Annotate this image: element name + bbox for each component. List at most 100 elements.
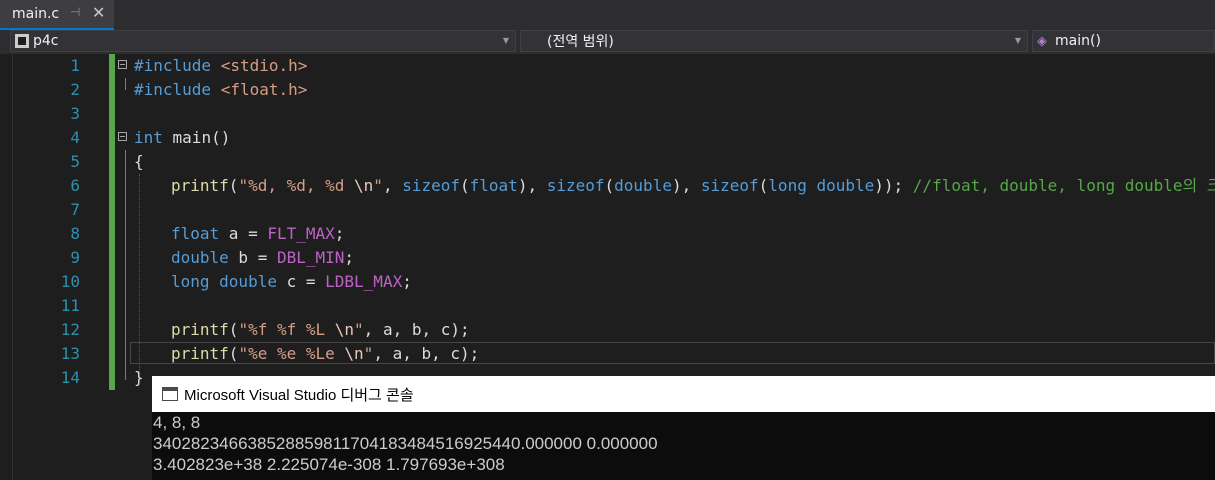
preprocessor-directive: #include — [134, 80, 212, 99]
line-number: 10 — [60, 272, 80, 291]
code-line[interactable]: 3 — [0, 102, 1215, 126]
tab-main-c[interactable]: main.c ⊣ ✕ — [0, 0, 114, 30]
function-name: main() — [1055, 33, 1101, 49]
code-text: a = — [219, 224, 268, 243]
change-marker — [109, 366, 115, 390]
macro: DBL_MIN — [276, 248, 345, 267]
macro: FLT_MAX — [267, 224, 335, 243]
code-line-current[interactable]: 13 printf("%e %e %Le \n", a, b, c); — [0, 342, 1215, 366]
change-marker — [109, 150, 115, 174]
code-line[interactable]: 1 #include <stdio.h> — [0, 54, 1215, 78]
method-icon: ◈ — [1037, 33, 1047, 49]
pin-icon[interactable]: ⊣ — [70, 5, 80, 19]
punct: ( — [604, 176, 615, 195]
code-line[interactable]: 11 — [0, 294, 1215, 318]
open-brace: { — [134, 152, 144, 171]
console-output-line: 4, 8, 8 — [153, 413, 201, 432]
project-name: p4c — [33, 33, 59, 49]
line-number: 11 — [60, 296, 80, 315]
code-line[interactable]: 8 float a = FLT_MAX; — [0, 222, 1215, 246]
code-text: b = — [228, 248, 277, 267]
line-number: 6 — [70, 176, 80, 195]
function-signature: main() — [162, 128, 231, 147]
code-line[interactable]: 5 { — [0, 150, 1215, 174]
code-line[interactable]: 2 #include <float.h> — [0, 78, 1215, 102]
change-marker — [109, 126, 115, 150]
string-literal: " — [373, 176, 383, 195]
punct: ; — [344, 248, 355, 267]
type-keyword: long double — [768, 176, 875, 195]
function-call: printf — [171, 176, 229, 195]
code-text: , a, b, c); — [363, 320, 470, 339]
change-marker — [109, 342, 115, 366]
type-keyword: int — [134, 128, 163, 147]
console-title-bar[interactable]: Microsoft Visual Studio 디버그 콘솔 — [152, 376, 1215, 412]
punct: ), — [671, 176, 701, 195]
chevron-down-icon: ▼ — [1014, 36, 1021, 45]
scope-name: (전역 범위) — [547, 34, 614, 50]
close-icon[interactable]: ✕ — [92, 3, 105, 22]
punct: ( — [228, 320, 239, 339]
type-keyword: double — [614, 176, 672, 195]
string-literal: "%f %f %L — [238, 320, 335, 339]
code-line[interactable]: 10 long double c = LDBL_MAX; — [0, 270, 1215, 294]
project-icon — [15, 34, 29, 48]
sizeof-keyword: sizeof — [700, 176, 759, 195]
console-output-line: 340282346638528859811704183484516925440.… — [153, 434, 658, 453]
change-marker — [109, 246, 115, 270]
change-marker — [109, 174, 115, 198]
type-keyword: float — [171, 224, 220, 243]
sizeof-keyword: sizeof — [402, 176, 460, 195]
line-number: 2 — [70, 80, 80, 99]
type-keyword: double — [171, 248, 229, 267]
line-number: 4 — [70, 128, 80, 147]
change-marker — [109, 54, 115, 78]
punct: ( — [758, 176, 769, 195]
escape-sequence: \n — [344, 344, 364, 363]
function-call: printf — [171, 344, 229, 363]
close-brace: } — [134, 368, 144, 387]
code-text: c = — [276, 272, 326, 291]
line-number: 14 — [60, 368, 80, 387]
collapse-icon[interactable] — [118, 60, 127, 69]
code-line[interactable]: 12 printf("%f %f %L \n", a, b, c); — [0, 318, 1215, 342]
macro: LDBL_MAX — [325, 272, 403, 291]
punct: ( — [228, 344, 239, 363]
collapse-icon[interactable] — [118, 132, 127, 141]
line-number: 13 — [60, 344, 80, 363]
code-text: , a, b, c); — [373, 344, 480, 363]
project-dropdown[interactable]: p4c ▼ — [10, 30, 516, 52]
change-marker — [109, 198, 115, 222]
escape-sequence: \n — [334, 320, 355, 339]
line-number: 12 — [60, 320, 80, 339]
string-literal: " — [363, 344, 374, 363]
comment: //float, double, long double의 크기 — [912, 176, 1215, 195]
code-line[interactable]: 4 int main() — [0, 126, 1215, 150]
escape-sequence: \n — [354, 176, 374, 195]
change-marker — [109, 270, 115, 294]
punct: ; — [334, 224, 345, 243]
type-keyword: float — [469, 176, 518, 195]
function-dropdown[interactable]: ◈ main() — [1032, 30, 1215, 52]
debug-console-window[interactable]: Microsoft Visual Studio 디버그 콘솔 4, 8, 8 3… — [152, 376, 1215, 480]
sizeof-keyword: sizeof — [546, 176, 605, 195]
code-line[interactable]: 9 double b = DBL_MIN; — [0, 246, 1215, 270]
punct: , — [382, 176, 403, 195]
line-number: 3 — [70, 104, 80, 123]
console-output-line: 3.402823e+38 2.225074e-308 1.797693e+308 — [153, 455, 505, 474]
change-marker — [109, 78, 115, 102]
code-line[interactable]: 6 printf("%d, %d, %d \n", sizeof(float),… — [0, 174, 1215, 198]
line-number: 7 — [70, 200, 80, 219]
include-header: <float.h> — [220, 80, 308, 99]
punct: )); — [874, 176, 913, 195]
code-line[interactable]: 7 — [0, 198, 1215, 222]
navigation-bar: p4c ▼ (전역 범위) ▼ ◈ main() — [0, 30, 1215, 54]
line-number: 9 — [70, 248, 80, 267]
line-number: 5 — [70, 152, 80, 171]
scope-dropdown[interactable]: (전역 범위) ▼ — [520, 30, 1028, 52]
preprocessor-directive: #include — [134, 56, 212, 75]
punct: ( — [228, 176, 239, 195]
console-title: Microsoft Visual Studio 디버그 콘솔 — [184, 386, 414, 404]
change-marker — [109, 222, 115, 246]
include-header: <stdio.h> — [220, 56, 308, 75]
